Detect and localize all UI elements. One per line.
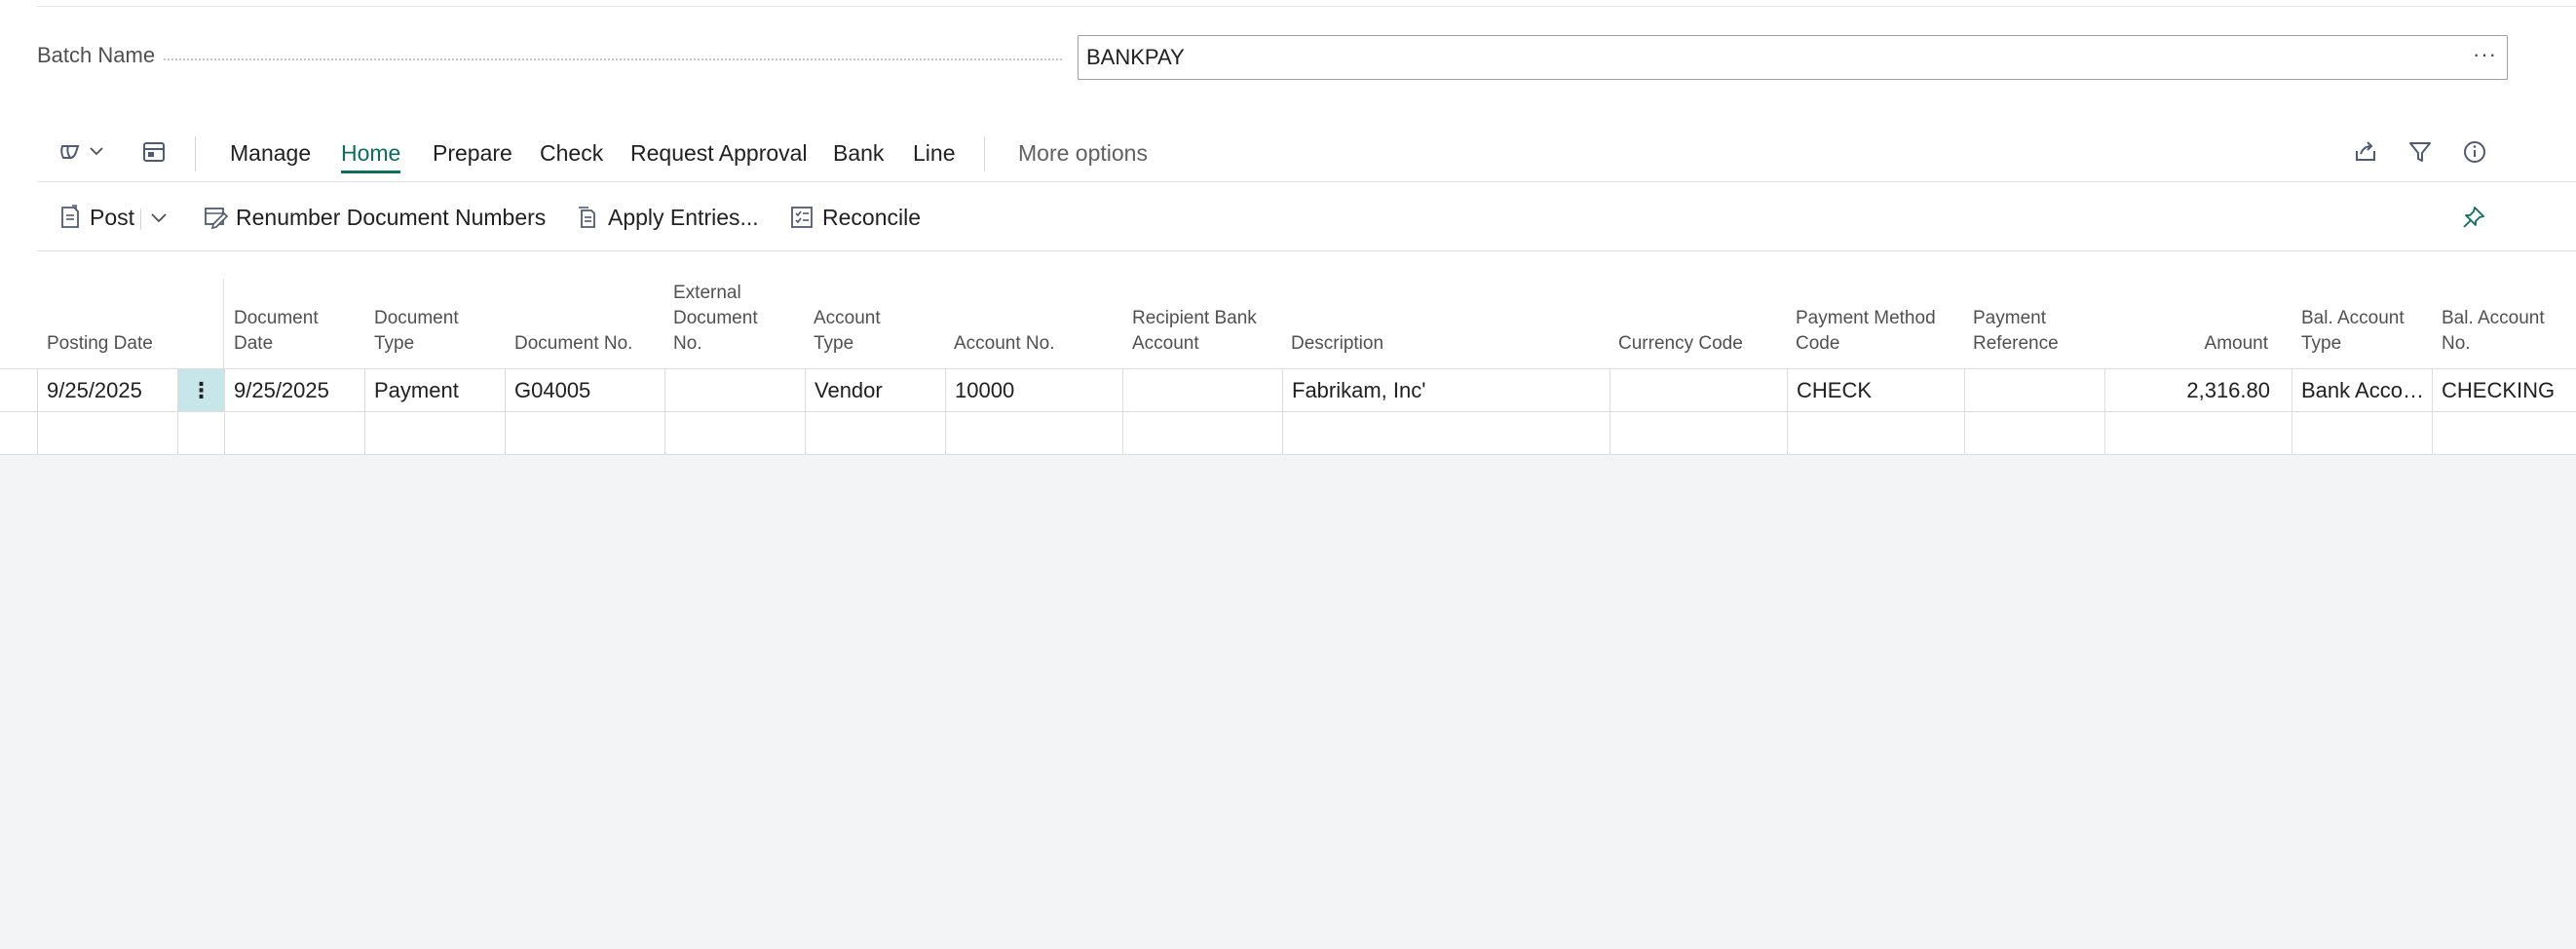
divider bbox=[37, 181, 2576, 182]
column-header-document-type[interactable]: Document Type bbox=[374, 306, 459, 357]
divider bbox=[37, 6, 2576, 7]
column-header-account-type[interactable]: Account Type bbox=[814, 306, 881, 357]
cell-bal-account-type[interactable]: Bank Account bbox=[2292, 369, 2433, 411]
divider bbox=[195, 136, 196, 171]
more-options-button[interactable]: More options bbox=[1018, 140, 1148, 167]
cell-payment-reference[interactable] bbox=[1965, 412, 2105, 454]
column-header-document-date[interactable]: Document Date bbox=[234, 306, 319, 357]
column-header-description[interactable]: Description bbox=[1291, 331, 1383, 357]
reconcile-icon bbox=[791, 207, 813, 228]
pin-icon bbox=[2463, 207, 2484, 228]
filter-icon[interactable] bbox=[2406, 138, 2434, 171]
cell-payment-method-code[interactable] bbox=[1788, 412, 1965, 454]
cell-recipient-bank-account[interactable] bbox=[1123, 412, 1283, 454]
divider bbox=[984, 136, 985, 171]
cell-recipient-bank-account[interactable] bbox=[1123, 369, 1283, 411]
cell-document-type[interactable] bbox=[365, 412, 506, 454]
divider bbox=[37, 250, 2576, 251]
batch-lookup-button[interactable]: ··· bbox=[2473, 42, 2497, 67]
row-actions-menu-button[interactable]: ⋮ bbox=[178, 369, 225, 411]
action-bar: Manage Home Prepare Check Request Approv… bbox=[37, 129, 2576, 181]
post-label: Post bbox=[90, 204, 135, 230]
cell-payment-reference[interactable] bbox=[1965, 369, 2105, 411]
cell-document-date[interactable]: 9/25/2025 bbox=[225, 369, 365, 411]
tab-bank[interactable]: Bank bbox=[833, 140, 884, 167]
pin-button[interactable] bbox=[2461, 203, 2494, 232]
tab-request-approval[interactable]: Request Approval bbox=[630, 140, 808, 167]
tab-prepare[interactable]: Prepare bbox=[433, 140, 512, 167]
apply-entries-icon bbox=[579, 207, 595, 228]
table-row-empty[interactable] bbox=[0, 412, 2576, 455]
column-header-document-no[interactable]: Document No. bbox=[514, 331, 632, 357]
tab-line[interactable]: Line bbox=[913, 140, 955, 167]
cell-amount[interactable]: 2,316.80 bbox=[2105, 369, 2292, 411]
cell-account-type[interactable] bbox=[806, 412, 946, 454]
table-row[interactable]: 9/25/2025 ⋮ 9/25/2025 Payment G04005 Ven… bbox=[0, 369, 2576, 412]
column-header-external-document-no[interactable]: External Document No. bbox=[673, 281, 758, 357]
column-header-recipient-bank-account[interactable]: Recipient Bank Account bbox=[1132, 306, 1257, 357]
cell-bal-account-type[interactable] bbox=[2292, 412, 2433, 454]
renumber-icon bbox=[205, 208, 228, 230]
apply-entries-button[interactable]: Apply Entries... bbox=[575, 203, 759, 232]
row-selector[interactable] bbox=[0, 369, 38, 411]
renumber-label: Renumber Document Numbers bbox=[236, 204, 547, 230]
cell-description[interactable]: Fabrikam, Inc' bbox=[1283, 369, 1610, 411]
cell-amount[interactable] bbox=[2105, 412, 2292, 454]
grid-header: Posting Date Document Date Document Type… bbox=[0, 273, 2576, 368]
column-header-currency-code[interactable]: Currency Code bbox=[1618, 331, 1743, 357]
cell-document-type[interactable]: Payment bbox=[365, 369, 506, 411]
column-header-posting-date[interactable]: Posting Date bbox=[47, 331, 153, 357]
cell-account-type[interactable]: Vendor bbox=[806, 369, 946, 411]
post-button[interactable]: Post bbox=[58, 203, 134, 232]
tab-check[interactable]: Check bbox=[540, 140, 603, 167]
cell-posting-date[interactable]: 9/25/2025 bbox=[38, 369, 178, 411]
batch-name-label: Batch Name bbox=[37, 43, 156, 67]
cell-bal-account-no[interactable]: CHECKING bbox=[2433, 369, 2576, 411]
chevron-down-icon bbox=[151, 213, 167, 223]
copilot-icon[interactable] bbox=[57, 138, 84, 171]
batch-name-value[interactable]: BANKPAY bbox=[1086, 45, 1185, 70]
cell-currency-code[interactable] bbox=[1610, 369, 1788, 411]
cell-payment-method-code[interactable]: CHECK bbox=[1788, 369, 1965, 411]
column-header-payment-reference[interactable]: Payment Reference bbox=[1973, 306, 2059, 357]
column-header-amount[interactable]: Amount bbox=[2205, 331, 2268, 357]
info-icon[interactable] bbox=[2461, 138, 2488, 171]
reconcile-label: Reconcile bbox=[822, 204, 921, 230]
page-layout-icon[interactable] bbox=[140, 138, 168, 171]
batch-name-leader bbox=[164, 58, 1062, 60]
renumber-document-numbers-button[interactable]: Renumber Document Numbers bbox=[203, 203, 546, 232]
cell-bal-account-no[interactable] bbox=[2433, 412, 2576, 454]
tab-home[interactable]: Home bbox=[341, 140, 401, 173]
cell-external-document-no[interactable] bbox=[665, 412, 806, 454]
cell-document-no[interactable] bbox=[506, 412, 665, 454]
post-icon bbox=[61, 205, 79, 228]
cell-account-no[interactable] bbox=[946, 412, 1123, 454]
column-header-bal-account-type[interactable]: Bal. Account Type bbox=[2301, 306, 2405, 357]
column-header-account-no[interactable]: Account No. bbox=[954, 331, 1055, 357]
divider bbox=[140, 209, 141, 230]
cell-currency-code[interactable] bbox=[1610, 412, 1788, 454]
cell-posting-date[interactable] bbox=[38, 412, 178, 454]
journal-page: Batch Name BANKPAY ··· Manage Home Prepa… bbox=[0, 0, 2576, 455]
post-menu-button[interactable] bbox=[148, 203, 177, 232]
chevron-down-icon[interactable] bbox=[88, 142, 105, 165]
column-header-bal-account-no[interactable]: Bal. Account No. bbox=[2442, 306, 2545, 357]
reconcile-button[interactable]: Reconcile bbox=[789, 203, 921, 232]
row-selector[interactable] bbox=[0, 412, 38, 454]
tab-manage[interactable]: Manage bbox=[230, 140, 311, 167]
cell-row-menu[interactable] bbox=[178, 412, 225, 454]
share-icon[interactable] bbox=[2352, 138, 2379, 171]
apply-entries-label: Apply Entries... bbox=[608, 204, 759, 230]
cell-external-document-no[interactable] bbox=[665, 369, 806, 411]
command-bar: Post Renumber Document Numbers Apply Ent… bbox=[37, 195, 2576, 240]
cell-document-no[interactable]: G04005 bbox=[506, 369, 665, 411]
cell-description[interactable] bbox=[1283, 412, 1610, 454]
batch-name-field[interactable]: BANKPAY ··· bbox=[1078, 35, 2508, 80]
cell-document-date[interactable] bbox=[225, 412, 365, 454]
column-header-payment-method-code[interactable]: Payment Method Code bbox=[1796, 306, 1936, 357]
divider bbox=[223, 279, 224, 368]
cell-account-no[interactable]: 10000 bbox=[946, 369, 1123, 411]
